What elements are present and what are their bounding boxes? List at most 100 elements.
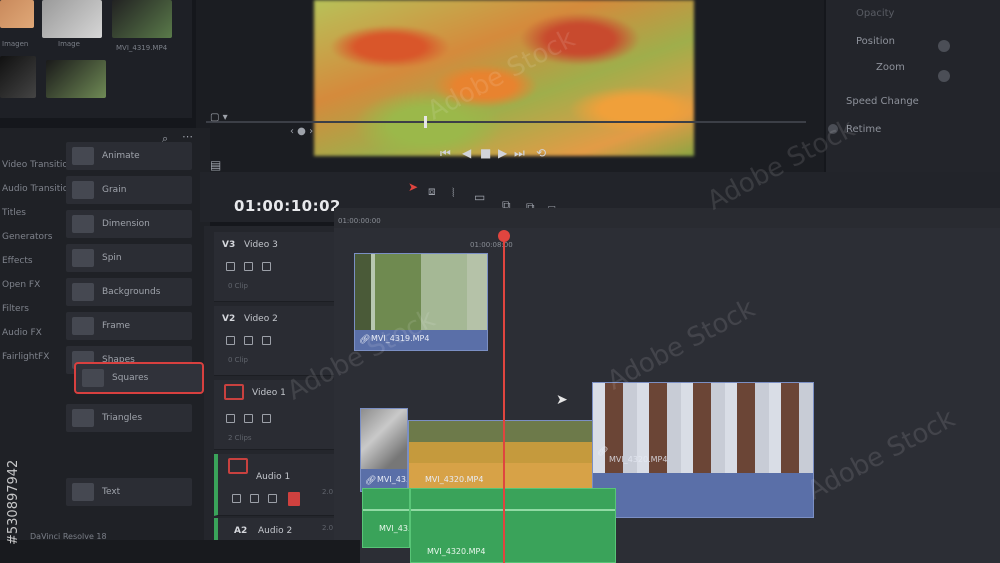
lock-icon[interactable] xyxy=(226,414,235,423)
pool-thumb-5[interactable] xyxy=(46,60,106,98)
timeline-timecode[interactable]: 01:00:10:02 xyxy=(234,197,341,215)
clip-v1-a[interactable]: 🔗︎ MVI_43... xyxy=(360,408,408,492)
inspector-row-zoom[interactable]: Zoom xyxy=(876,62,905,73)
pool-thumb-1[interactable] xyxy=(0,0,34,28)
fx-item-text[interactable]: Text xyxy=(66,478,192,506)
fx-squares-icon xyxy=(82,369,104,387)
track-id: V3 xyxy=(222,240,236,250)
loop-icon[interactable]: ⟲ xyxy=(536,146,546,160)
track-name[interactable]: Audio 2 xyxy=(258,526,292,536)
viewer-transform-icon[interactable]: ▢ ▾ xyxy=(210,112,228,123)
track-channel-format: 2.0 xyxy=(322,524,334,532)
track-header-v3[interactable]: V3 Video 3 0 Clip xyxy=(214,232,338,302)
fx-category-fairlight-fx[interactable]: FairlightFX xyxy=(2,352,49,362)
playhead-handle[interactable] xyxy=(498,230,510,242)
viewer-jog-icon[interactable]: ‹ ● › xyxy=(290,126,313,137)
fx-item-label: Spin xyxy=(102,253,122,263)
enable-track-icon[interactable] xyxy=(262,262,271,271)
lock-icon[interactable] xyxy=(226,262,235,271)
inspector-row-speed[interactable]: Speed Change xyxy=(846,96,919,107)
timeline-playhead[interactable] xyxy=(503,238,505,563)
fx-item-grain[interactable]: Grain xyxy=(66,176,192,204)
timeline-view-icon[interactable]: ▤ xyxy=(210,158,221,172)
fx-category-audio-fx[interactable]: Audio FX xyxy=(2,328,42,338)
blade-tool-icon[interactable]: ▭ xyxy=(474,190,485,204)
fx-category-effects[interactable]: Effects xyxy=(2,256,33,266)
track-clip-count: 0 Clip xyxy=(228,356,248,364)
fx-item-triangles[interactable]: Triangles xyxy=(66,404,192,432)
inspector-row-position[interactable]: Position xyxy=(856,36,895,47)
mute-icon[interactable] xyxy=(288,492,300,506)
inspector-row-retime[interactable]: Retime xyxy=(846,124,881,135)
fx-item-label: Squares xyxy=(112,373,149,383)
clip-v2-mvi-4319[interactable]: 🔗︎ MVI_4319.MP4 xyxy=(354,253,488,351)
auto-select-icon[interactable] xyxy=(250,494,259,503)
audio-clip-a1-a[interactable]: MVI_43... xyxy=(362,488,410,548)
selection-pointer-icon[interactable]: ➤ xyxy=(408,180,418,194)
fx-item-animate[interactable]: Animate xyxy=(66,142,192,170)
audio-waveform xyxy=(363,509,409,511)
pool-thumb-4[interactable] xyxy=(0,56,36,98)
fx-category-open-fx[interactable]: Open FX xyxy=(2,280,40,290)
lock-icon[interactable] xyxy=(226,336,235,345)
inspector-toggle-retime[interactable] xyxy=(828,124,838,134)
fx-item-label: Backgrounds xyxy=(102,287,161,297)
timeline-ruler[interactable] xyxy=(334,208,1000,228)
track-name[interactable]: Video 2 xyxy=(244,314,278,324)
fx-item-label: Text xyxy=(102,487,121,497)
enable-track-icon[interactable] xyxy=(262,414,271,423)
auto-select-icon[interactable] xyxy=(244,336,253,345)
fx-item-squares[interactable]: Squares xyxy=(74,362,204,394)
clip-thumbnail-strip xyxy=(355,254,487,330)
inspector-knob-position[interactable] xyxy=(938,40,950,52)
inspector-knob-zoom[interactable] xyxy=(938,70,950,82)
ruler-label-start: 01:00:00:00 xyxy=(338,217,381,225)
track-target-badge[interactable] xyxy=(228,458,248,474)
fx-animate-icon xyxy=(72,147,94,165)
clip-v1-c[interactable]: 🔗︎ MVI_4320.MP4 xyxy=(592,382,814,518)
fx-category-filters[interactable]: Filters xyxy=(2,304,29,314)
pool-thumb-2[interactable] xyxy=(42,0,102,38)
track-name[interactable]: Audio 1 xyxy=(256,472,290,482)
track-clip-count: 2 Clips xyxy=(228,434,252,442)
stop-icon[interactable]: ■ xyxy=(480,146,491,160)
viewer-scrub-bar[interactable] xyxy=(206,121,806,123)
fx-item-dimension[interactable]: Dimension xyxy=(66,210,192,238)
inspector-row-opacity[interactable]: Opacity xyxy=(856,8,894,19)
audio-clip-name: MVI_4320.MP4 xyxy=(427,547,486,556)
step-back-icon[interactable]: ◀ xyxy=(462,146,471,160)
track-target-badge[interactable] xyxy=(224,384,244,400)
fx-category-titles[interactable]: Titles xyxy=(2,208,26,218)
pool-thumb-3[interactable] xyxy=(112,0,172,38)
fx-item-label: Animate xyxy=(102,151,140,161)
trim-tool-icon[interactable]: ⧈ xyxy=(428,184,436,199)
auto-select-icon[interactable] xyxy=(244,262,253,271)
solo-icon[interactable] xyxy=(268,494,277,503)
skip-forward-icon[interactable]: ⏭ xyxy=(514,146,525,161)
enable-track-icon[interactable] xyxy=(262,336,271,345)
track-name[interactable]: Video 1 xyxy=(252,388,286,398)
fx-category-generators[interactable]: Generators xyxy=(2,232,52,242)
fx-item-frame[interactable]: Frame xyxy=(66,312,192,340)
audio-waveform xyxy=(411,509,615,511)
track-header-a1[interactable]: Audio 1 2.0 xyxy=(214,454,338,516)
audio-clip-a1-b[interactable]: MVI_4320.MP4 xyxy=(410,488,616,563)
fx-item-backgrounds[interactable]: Backgrounds xyxy=(66,278,192,306)
lock-icon[interactable] xyxy=(232,494,241,503)
fx-grain-icon xyxy=(72,181,94,199)
fx-item-spin[interactable]: Spin xyxy=(66,244,192,272)
watermark-stock-id: #530897942 xyxy=(6,459,21,545)
track-name[interactable]: Video 3 xyxy=(244,240,278,250)
viewer-playhead[interactable] xyxy=(424,116,427,128)
track-id: V2 xyxy=(222,314,236,324)
track-header-v1[interactable]: Video 1 2 Clips xyxy=(214,380,338,450)
track-channel-format: 2.0 xyxy=(322,488,334,496)
footer-app-name: DaVinci Resolve 18 xyxy=(30,532,107,541)
track-header-v2[interactable]: V2 Video 2 0 Clip xyxy=(214,306,338,376)
fx-dimension-icon xyxy=(72,215,94,233)
dynamic-trim-icon[interactable]: ⦚ xyxy=(452,186,455,201)
footer-bar xyxy=(0,540,360,563)
play-icon[interactable]: ▶ xyxy=(498,146,507,160)
auto-select-icon[interactable] xyxy=(244,414,253,423)
skip-back-icon[interactable]: ⏮ xyxy=(440,146,451,161)
